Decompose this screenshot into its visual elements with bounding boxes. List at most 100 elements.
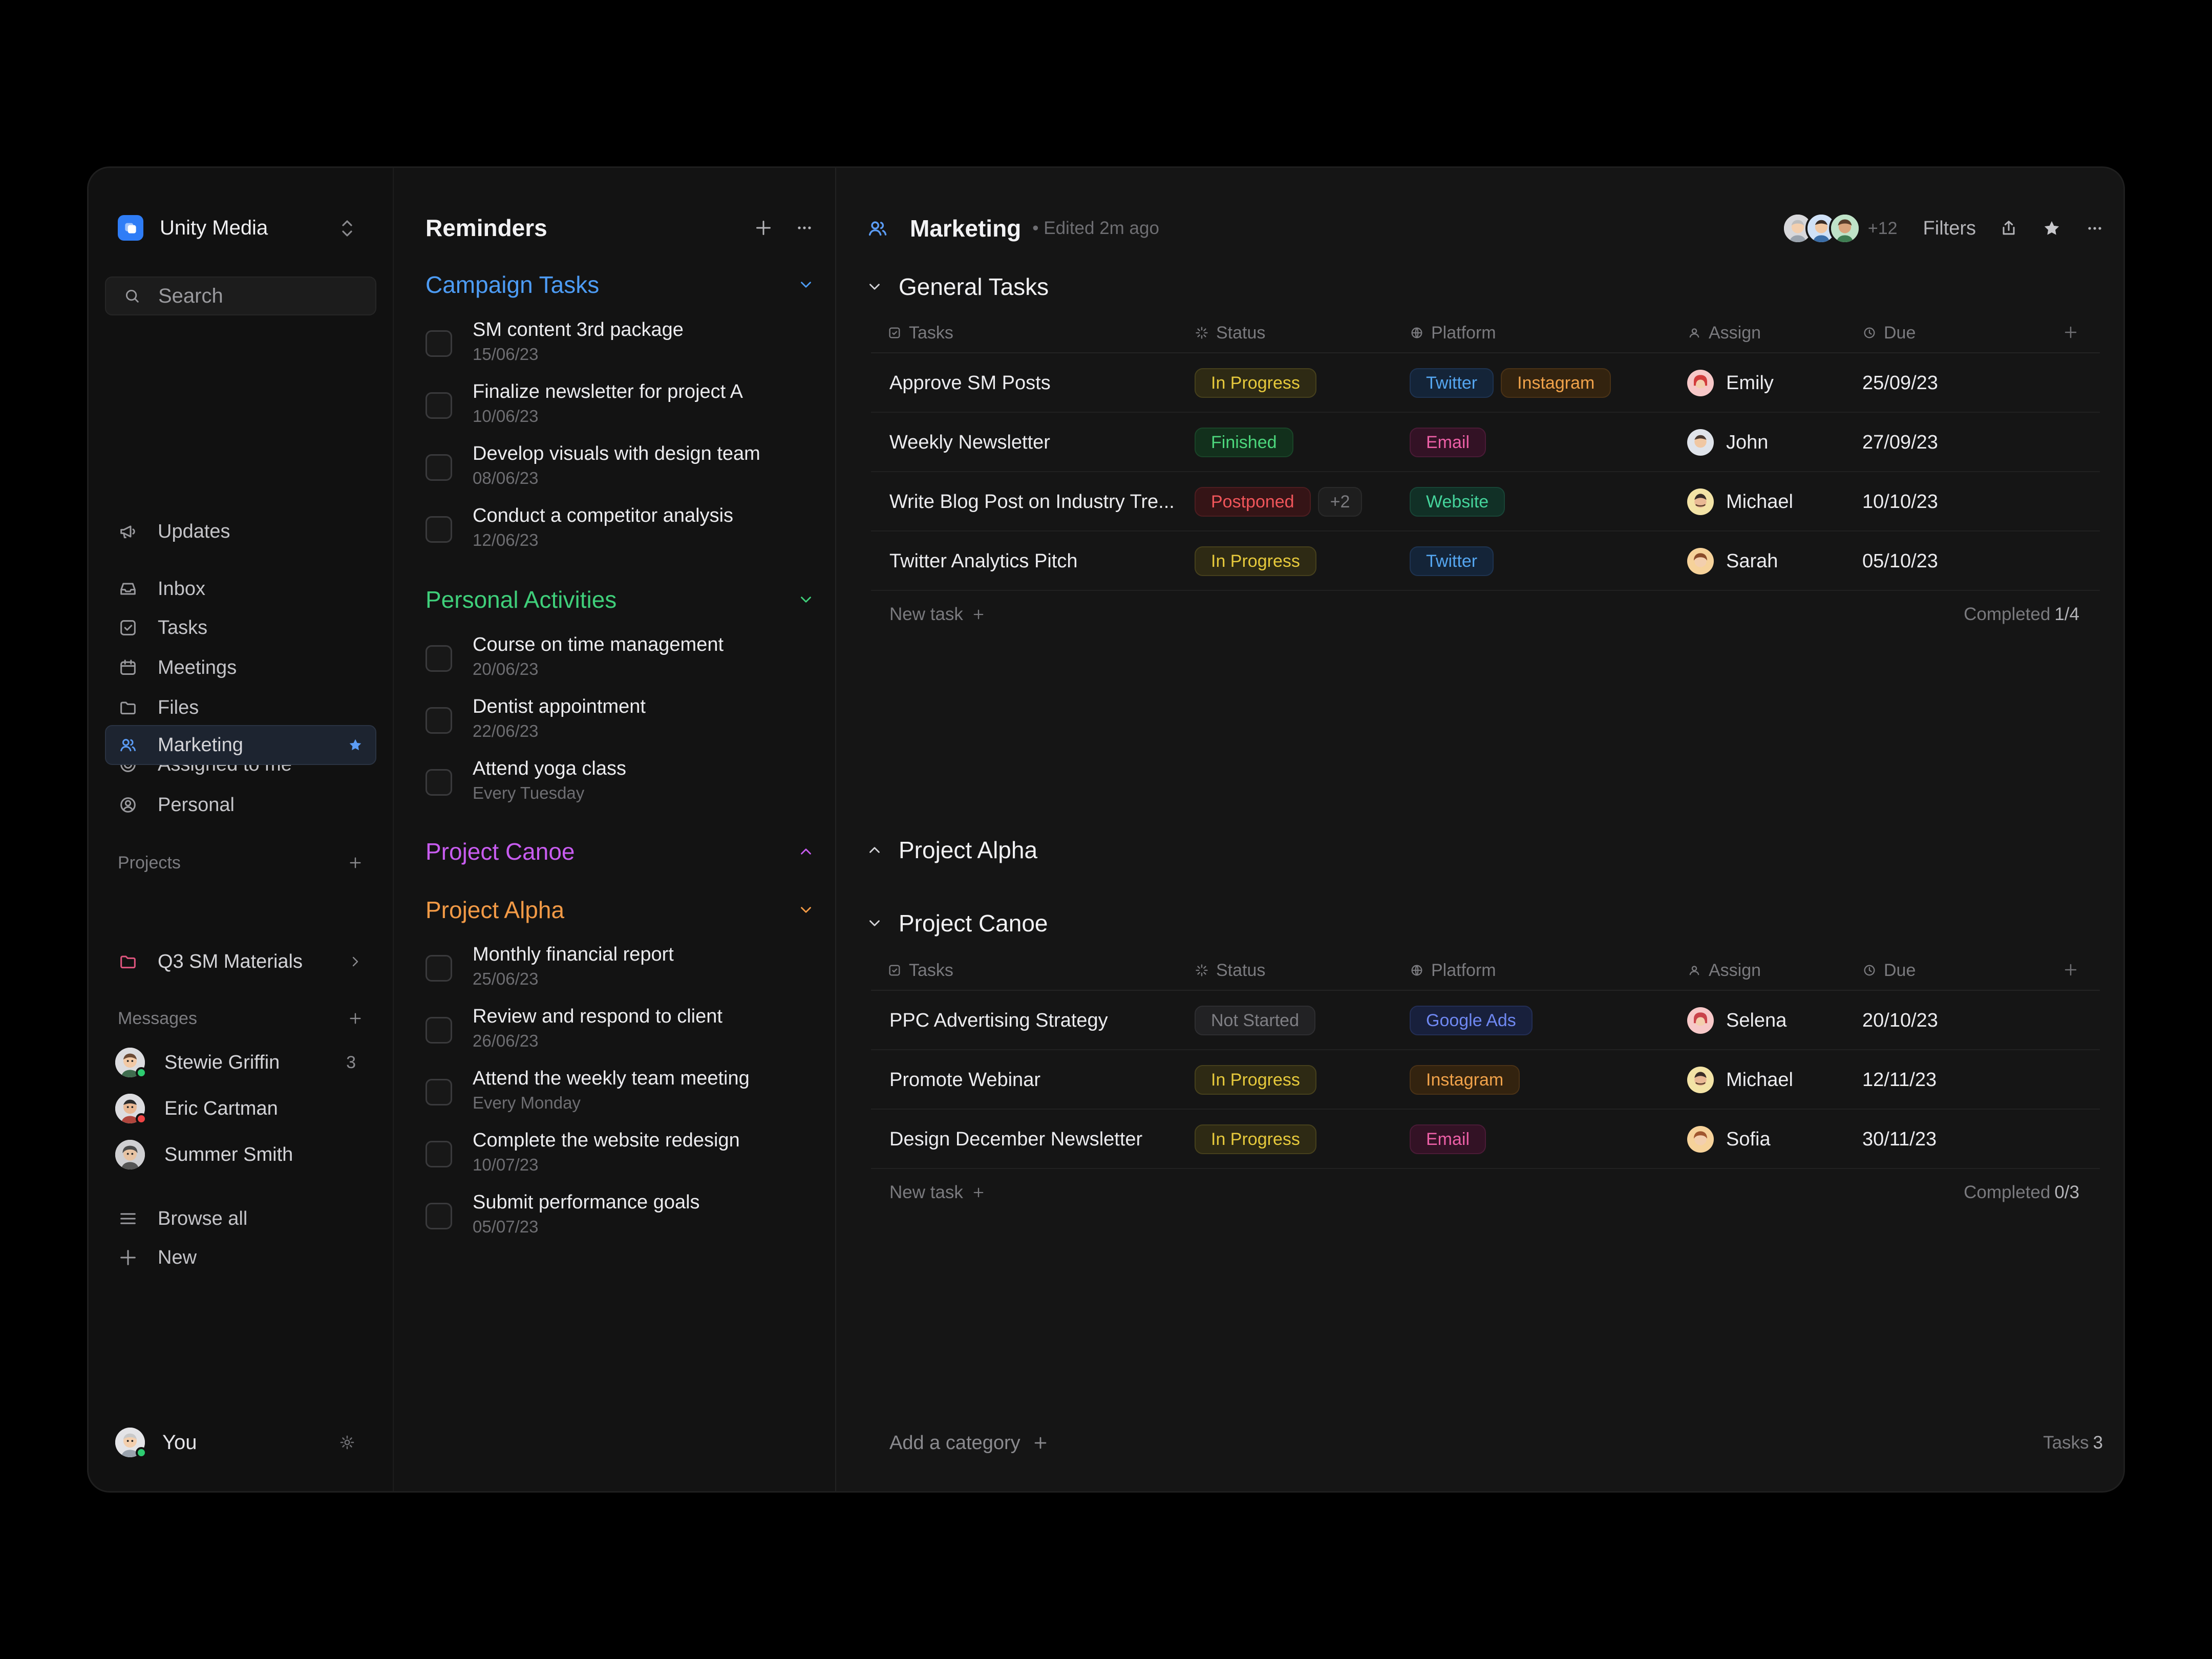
reminder-checkbox[interactable] xyxy=(426,769,452,796)
nav-updates[interactable]: Updates xyxy=(118,516,230,547)
platform-tag[interactable]: Email xyxy=(1410,428,1486,457)
status-badge[interactable]: In Progress xyxy=(1195,368,1316,398)
assignee-cell[interactable]: Selena xyxy=(1687,991,1786,1050)
current-user[interactable]: You xyxy=(115,1424,366,1460)
search-input[interactable]: Search xyxy=(105,276,376,315)
chevron-down-icon xyxy=(869,920,880,926)
platform-tag[interactable]: Google Ads xyxy=(1410,1006,1533,1035)
completed-count: Completed 1/4 xyxy=(1964,591,2079,638)
add-message-plus-icon[interactable] xyxy=(347,1010,364,1027)
assignee-cell[interactable]: John xyxy=(1687,413,1768,472)
status-badge[interactable]: In Progress xyxy=(1195,1124,1316,1154)
project-item-q3-sm-materials[interactable]: Q3 SM Materials xyxy=(118,946,364,977)
nav-meetings[interactable]: Meetings xyxy=(118,652,237,683)
new-button[interactable]: New xyxy=(118,1242,197,1273)
reminder-checkbox[interactable] xyxy=(426,392,452,419)
filters-button[interactable]: Filters xyxy=(1923,218,1976,240)
new-task-button[interactable]: New task xyxy=(889,591,986,638)
table-row[interactable]: Twitter Analytics Pitch In Progress Twit… xyxy=(871,531,2100,591)
project-item-marketing[interactable]: Marketing xyxy=(118,730,364,760)
message-item-eric[interactable]: Eric Cartman xyxy=(115,1091,366,1126)
platform-tag[interactable]: Instagram xyxy=(1501,368,1611,398)
more-members-count: +12 xyxy=(1867,218,1898,238)
assignee-cell[interactable]: Michael xyxy=(1687,472,1793,531)
more-horizontal-icon[interactable] xyxy=(794,218,815,238)
more-status-badge[interactable]: +2 xyxy=(1317,487,1363,517)
add-project-plus-icon[interactable] xyxy=(347,855,364,871)
status-badge[interactable]: In Progress xyxy=(1195,546,1316,576)
platform-tag[interactable]: Instagram xyxy=(1410,1065,1520,1095)
group-personal-activities[interactable]: Personal Activities xyxy=(426,583,815,616)
reminder-checkbox[interactable] xyxy=(426,1141,452,1167)
checkbox-icon xyxy=(120,620,136,635)
loader-icon xyxy=(1196,964,1208,976)
reminder-checkbox[interactable] xyxy=(426,955,452,982)
star-icon[interactable] xyxy=(2041,218,2062,239)
completed-value: 0/3 xyxy=(2054,1182,2079,1202)
reminder-title: Finalize newsletter for project A xyxy=(473,381,743,402)
share-icon[interactable] xyxy=(1998,218,2019,239)
messages-section-header: Messages xyxy=(118,1006,364,1031)
message-item-summer[interactable]: Summer Smith xyxy=(115,1137,366,1173)
category-project-alpha[interactable]: Project Alpha xyxy=(866,830,1037,870)
reminder-checkbox[interactable] xyxy=(426,645,452,672)
browse-all-button[interactable]: Browse all xyxy=(118,1203,247,1234)
category-general-tasks[interactable]: General Tasks xyxy=(866,266,1049,307)
table-row[interactable]: PPC Advertising Strategy Not Started Goo… xyxy=(871,991,2100,1050)
new-task-button[interactable]: New task xyxy=(889,1169,986,1216)
reminder-checkbox[interactable] xyxy=(426,1017,452,1044)
assignee-name: Sofia xyxy=(1726,1128,1771,1150)
star-icon[interactable] xyxy=(347,737,364,753)
reminder-checkbox[interactable] xyxy=(426,1203,452,1229)
nav-personal[interactable]: Personal xyxy=(118,790,235,820)
assignee-cell[interactable]: Emily xyxy=(1687,353,1774,413)
add-column-plus-icon[interactable] xyxy=(2062,961,2079,979)
add-reminder-plus-icon[interactable] xyxy=(753,218,774,238)
column-platform-label: Platform xyxy=(1431,323,1496,343)
nav-tasks[interactable]: Tasks xyxy=(118,612,207,643)
table-row[interactable]: Approve SM Posts In Progress Twitter Inst… xyxy=(871,353,2100,413)
platform-tag[interactable]: Twitter xyxy=(1410,368,1494,398)
task-name: Twitter Analytics Pitch xyxy=(889,550,1078,572)
group-campaign-tasks[interactable]: Campaign Tasks xyxy=(426,268,815,302)
table-row[interactable]: Write Blog Post on Industry Tre... Postp… xyxy=(871,472,2100,531)
status-cell: Not Started xyxy=(1195,991,1323,1050)
nav-inbox[interactable]: Inbox xyxy=(118,573,205,604)
member-avatars[interactable]: +12 xyxy=(1781,212,1898,244)
message-item-stewie[interactable]: Stewie Griffin 3 xyxy=(115,1045,366,1080)
status-badge[interactable]: Not Started xyxy=(1195,1006,1315,1035)
table-row[interactable]: Promote Webinar In Progress Instagram Mi… xyxy=(871,1050,2100,1110)
reminder-title: Attend yoga class xyxy=(473,758,626,779)
platform-tag[interactable]: Email xyxy=(1410,1124,1486,1154)
status-badge[interactable]: Finished xyxy=(1195,428,1293,457)
column-platform: Platform xyxy=(1410,312,1496,353)
reminder-checkbox[interactable] xyxy=(426,1079,452,1105)
group-project-alpha[interactable]: Project Alpha xyxy=(426,893,815,927)
main-footer: Add a category Tasks 3 xyxy=(889,1422,2103,1463)
add-column-plus-icon[interactable] xyxy=(2062,324,2079,341)
status-badge[interactable]: Postponed xyxy=(1195,487,1311,517)
more-horizontal-icon[interactable] xyxy=(2085,218,2105,239)
assignee-cell[interactable]: Sarah xyxy=(1687,531,1778,591)
platform-tag[interactable]: Twitter xyxy=(1410,546,1494,576)
reminder-checkbox[interactable] xyxy=(426,516,452,543)
category-project-canoe[interactable]: Project Canoe xyxy=(866,903,1048,944)
gear-icon[interactable] xyxy=(338,1434,356,1451)
group-project-canoe[interactable]: Project Canoe xyxy=(426,835,815,868)
assignee-cell[interactable]: Sofia xyxy=(1687,1110,1771,1169)
reminder-checkbox[interactable] xyxy=(426,454,452,481)
assignee-cell[interactable]: Michael xyxy=(1687,1050,1793,1110)
add-category-button[interactable]: Add a category xyxy=(889,1432,1049,1454)
online-status-dot xyxy=(136,1067,147,1078)
assignee-name: Selena xyxy=(1726,1009,1787,1031)
reminder-checkbox[interactable] xyxy=(426,707,452,734)
due-date: 12/11/23 xyxy=(1862,1069,1937,1091)
platform-tag[interactable]: Website xyxy=(1410,487,1505,517)
plus-icon xyxy=(1034,1437,1046,1449)
nav-files[interactable]: Files xyxy=(118,692,199,723)
workspace-switcher[interactable]: Unity Media xyxy=(118,210,364,246)
status-badge[interactable]: In Progress xyxy=(1195,1065,1316,1095)
reminder-checkbox[interactable] xyxy=(426,330,452,357)
table-row[interactable]: Weekly Newsletter Finished Email John 27… xyxy=(871,413,2100,472)
table-row[interactable]: Design December Newsletter In Progress E… xyxy=(871,1110,2100,1169)
